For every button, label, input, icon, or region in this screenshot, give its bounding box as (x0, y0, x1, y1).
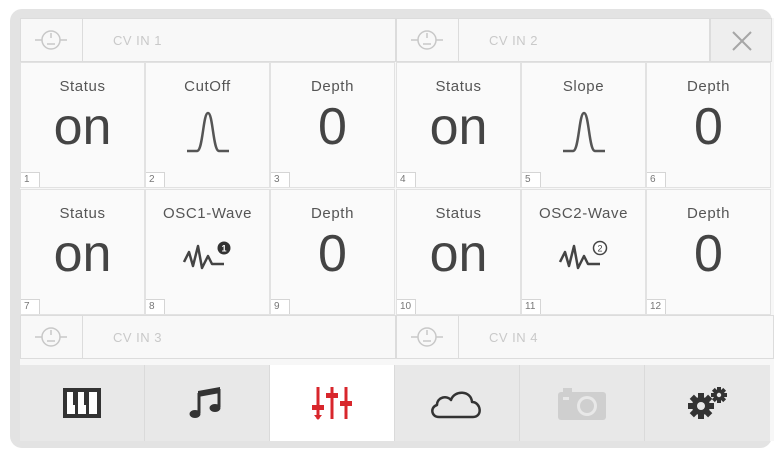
cv4-depth-cell[interactable]: Depth 0 12 (646, 189, 771, 315)
cell-value: on (429, 98, 488, 156)
cv-in-1-header: CV IN 1 (20, 18, 396, 62)
cell-title: OSC2-Wave (538, 205, 629, 222)
peak-curve-icon (186, 111, 229, 153)
cell-title: Depth (310, 205, 355, 222)
cv-in-2-knob-button[interactable] (397, 19, 459, 61)
knob-icon (411, 327, 443, 347)
cv-in-2-label: CV IN 2 (489, 33, 539, 48)
gears-icon (687, 387, 727, 419)
cell-index: 6 (647, 172, 666, 187)
cell-value: 0 (694, 225, 723, 283)
cell-index: 10 (397, 299, 416, 314)
cv2-depth-cell[interactable]: Depth 0 6 (646, 62, 771, 188)
close-icon (732, 31, 752, 51)
close-button[interactable] (710, 18, 772, 62)
cell-title: Depth (686, 78, 731, 95)
tab-cloud[interactable] (395, 365, 520, 441)
tab-keyboard[interactable] (20, 365, 145, 441)
cell-index: 12 (647, 299, 666, 314)
osc1-wave-icon: 1 (182, 241, 230, 270)
cv3-depth-cell[interactable]: Depth 0 9 (270, 189, 395, 315)
cv4-osc2-wave-cell[interactable]: OSC2-Wave 2 11 (521, 189, 646, 315)
mixer-sliders-icon (312, 387, 352, 420)
cv-in-1-knob-button[interactable] (21, 19, 83, 61)
bottom-tab-bar (20, 365, 774, 441)
cell-value: on (53, 225, 112, 283)
cv4-status-cell[interactable]: Status on 10 (396, 189, 521, 315)
cell-title: Depth (310, 78, 355, 95)
wave-badge: 2 (597, 244, 602, 254)
knob-icon (411, 30, 443, 50)
cv-in-1-label: CV IN 1 (113, 33, 163, 48)
peak-curve-icon (562, 111, 605, 153)
tab-music[interactable] (145, 365, 270, 441)
cell-title: Status (435, 78, 482, 95)
tab-settings[interactable] (645, 365, 770, 441)
cv-in-4-header: CV IN 4 (396, 315, 774, 359)
music-note-icon (189, 387, 221, 418)
cell-index: 1 (21, 172, 40, 187)
cv3-osc1-wave-cell[interactable]: OSC1-Wave 1 8 (145, 189, 270, 315)
camera-icon (558, 388, 606, 420)
knob-icon (35, 327, 67, 347)
cell-title: Depth (686, 205, 731, 222)
cv2-slope-cell[interactable]: Slope 5 (521, 62, 646, 188)
cell-value: on (429, 225, 488, 283)
cv1-status-cell[interactable]: Status on 1 (20, 62, 145, 188)
tab-camera[interactable] (520, 365, 645, 441)
cv2-status-cell[interactable]: Status on 4 (396, 62, 521, 188)
cell-value: on (53, 98, 112, 156)
cell-index: 7 (21, 299, 40, 314)
knob-icon (35, 30, 67, 50)
cell-value: 0 (318, 225, 347, 283)
wave-badge: 1 (221, 244, 226, 254)
cell-title: Status (59, 78, 106, 95)
cell-title: Status (59, 205, 106, 222)
cv-in-4-label: CV IN 4 (489, 330, 539, 345)
cell-index: 9 (271, 299, 290, 314)
cell-value: 0 (318, 98, 347, 156)
cv-in-3-label: CV IN 3 (113, 330, 163, 345)
cv-in-4-knob-button[interactable] (397, 316, 459, 358)
cv1-depth-cell[interactable]: Depth 0 3 (270, 62, 395, 188)
piano-keys-icon (63, 388, 101, 418)
cell-index: 5 (522, 172, 541, 187)
cell-title: Slope (562, 78, 605, 95)
cv3-status-cell[interactable]: Status on 7 (20, 189, 145, 315)
cell-title: OSC1-Wave (162, 205, 253, 222)
cell-index: 3 (271, 172, 290, 187)
cloud-icon (431, 391, 481, 419)
tab-mixer[interactable] (270, 365, 395, 441)
cv-in-2-header: CV IN 2 (396, 18, 710, 62)
cell-index: 8 (146, 299, 165, 314)
cell-index: 4 (397, 172, 416, 187)
cell-index: 11 (522, 299, 541, 314)
cv-in-3-knob-button[interactable] (21, 316, 83, 358)
cell-title: Status (435, 205, 482, 222)
cv-in-3-header: CV IN 3 (20, 315, 396, 359)
osc2-wave-icon: 2 (558, 240, 607, 270)
cv1-cutoff-cell[interactable]: CutOff 2 (145, 62, 270, 188)
cell-value: 0 (694, 98, 723, 156)
cell-title: CutOff (184, 78, 231, 95)
cell-index: 2 (146, 172, 165, 187)
